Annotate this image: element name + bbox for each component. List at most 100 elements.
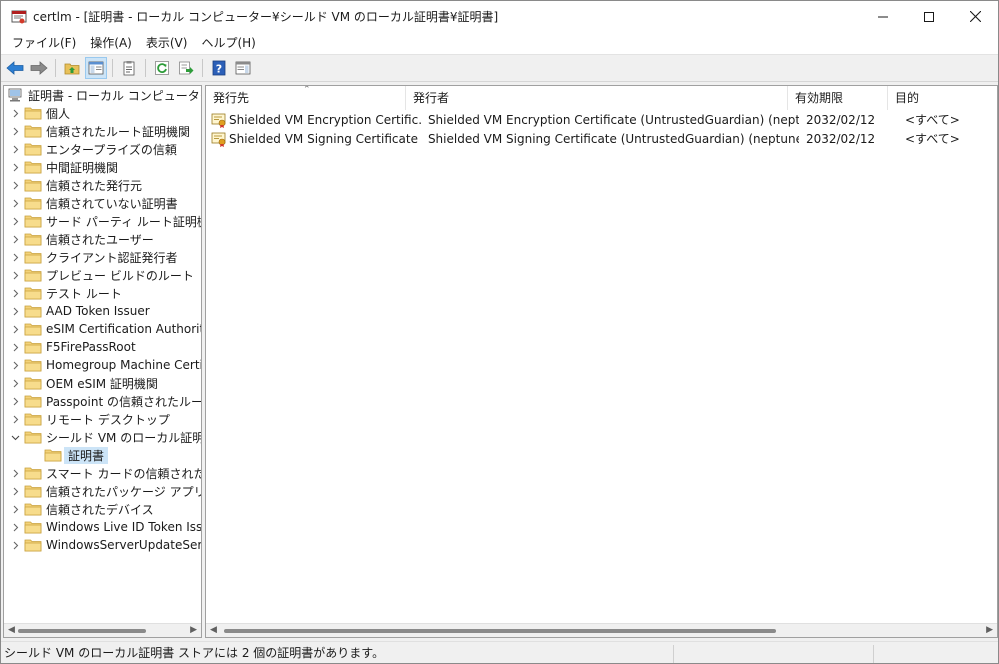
tree-item[interactable]: クライアント認証発行者 [4, 248, 201, 266]
show-hide-action-pane-button[interactable] [232, 57, 254, 79]
status-separator [873, 645, 874, 663]
tree-item[interactable]: リモート デスクトップ [4, 410, 201, 428]
chevron-right-icon[interactable] [10, 140, 20, 158]
chevron-right-icon[interactable] [10, 392, 20, 410]
folder-icon [24, 305, 42, 318]
tree-item[interactable]: 中間証明機関 [4, 158, 201, 176]
scrollbar-thumb[interactable] [18, 629, 146, 633]
console-tree-pane[interactable]: 証明書 - ローカル コンピューター 個人 信頼されたルート証明機関 エンタープライ… [3, 85, 202, 638]
tree-horizontal-scrollbar[interactable]: ◀ ▶ [4, 623, 201, 637]
close-icon [969, 11, 981, 22]
scroll-left-icon[interactable]: ◀ [8, 625, 15, 635]
issued-to-cell: Shielded VM Signing Certificate ... [229, 131, 421, 146]
chevron-right-icon[interactable] [10, 248, 20, 266]
chevron-right-icon[interactable] [10, 374, 20, 392]
help-button[interactable]: ? [208, 57, 230, 79]
close-button[interactable] [952, 1, 998, 32]
purpose-cell: <すべて> [904, 132, 960, 146]
chevron-right-icon[interactable] [10, 500, 20, 518]
tree-item[interactable]: 信頼された発行元 [4, 176, 201, 194]
folder-icon [24, 179, 42, 192]
tree-item[interactable]: eSIM Certification Authorities [4, 320, 201, 338]
folder-icon [24, 395, 42, 408]
tree-item[interactable]: シールド VM のローカル証明書 [4, 428, 202, 446]
chevron-right-icon[interactable] [10, 338, 20, 356]
certificate-list-pane[interactable]: ⌃ 発行先 発行者 有効期限 目的 Shielded VM Encryption… [205, 85, 998, 638]
chevron-right-icon[interactable] [10, 302, 20, 320]
scroll-right-icon[interactable]: ▶ [986, 625, 993, 635]
tree-item[interactable]: 信頼されていない証明書 [4, 194, 201, 212]
certificate-icon [211, 132, 226, 147]
menu-file[interactable]: ファイル(F) [5, 32, 83, 54]
chevron-right-icon[interactable] [10, 536, 20, 554]
tree-item[interactable]: Homegroup Machine Certificates [4, 356, 201, 374]
tree-item[interactable]: エンタープライズの信頼 [4, 140, 201, 158]
chevron-down-icon[interactable] [10, 428, 20, 446]
scrollbar-thumb[interactable] [224, 629, 776, 633]
window-title: certlm - [証明書 - ローカル コンピューター¥シールド VM のロー… [33, 10, 499, 24]
status-bar: シールド VM のローカル証明書 ストアには 2 個の証明書があります。 [1, 641, 998, 663]
column-intended-purposes[interactable]: 目的 [888, 86, 997, 110]
column-expiration-date[interactable]: 有効期限 [788, 86, 888, 110]
minimize-button[interactable] [860, 1, 906, 32]
chevron-right-icon[interactable] [10, 122, 20, 140]
column-issued-to[interactable]: ⌃ 発行先 [206, 86, 406, 110]
tree-item[interactable]: テスト ルート [4, 284, 201, 302]
column-issued-by[interactable]: 発行者 [406, 86, 788, 110]
scroll-left-icon[interactable]: ◀ [210, 625, 217, 635]
properties-button[interactable] [118, 57, 140, 79]
refresh-button[interactable] [151, 57, 173, 79]
menu-view[interactable]: 表示(V) [139, 32, 195, 54]
tree-item[interactable]: スマート カードの信頼されたルート [4, 464, 201, 482]
refresh-icon [155, 61, 169, 75]
chevron-right-icon[interactable] [10, 266, 20, 284]
chevron-right-icon[interactable] [10, 230, 20, 248]
chevron-right-icon[interactable] [10, 356, 20, 374]
tree-item[interactable]: 信頼されたユーザー [4, 230, 201, 248]
list-horizontal-scrollbar[interactable]: ◀ ▶ [206, 623, 997, 637]
tree-item[interactable]: サード パーティ ルート証明機関 [4, 212, 201, 230]
tree-item[interactable]: プレビュー ビルドのルート [4, 266, 201, 284]
scroll-right-icon[interactable]: ▶ [190, 625, 197, 635]
chevron-right-icon[interactable] [10, 212, 20, 230]
tree-root[interactable]: 証明書 - ローカル コンピューター [4, 86, 201, 104]
export-list-button[interactable] [175, 57, 197, 79]
chevron-right-icon[interactable] [10, 464, 20, 482]
chevron-right-icon[interactable] [10, 158, 20, 176]
chevron-right-icon[interactable] [10, 194, 20, 212]
tree-item-label: F5FirePassRoot [46, 340, 136, 354]
chevron-right-icon[interactable] [10, 104, 20, 122]
certificate-row[interactable]: Shielded VM Signing Certificate ... Shie… [206, 129, 997, 148]
chevron-right-icon[interactable] [10, 482, 20, 500]
tree-item[interactable]: Windows Live ID Token Issuer [4, 518, 201, 536]
tree-item[interactable]: OEM eSIM 証明機関 [4, 374, 201, 392]
chevron-right-icon[interactable] [10, 410, 20, 428]
tree-item[interactable]: Passpoint の信頼されたルート [4, 392, 201, 410]
forward-button[interactable] [28, 57, 50, 79]
help-icon: ? [212, 60, 226, 76]
maximize-button[interactable] [906, 1, 952, 32]
certificate-row[interactable]: Shielded VM Encryption Certific... Shiel… [206, 110, 997, 129]
folder-icon [24, 161, 42, 174]
up-one-level-button[interactable] [61, 57, 83, 79]
chevron-right-icon[interactable] [10, 518, 20, 536]
tree-item[interactable]: 信頼されたルート証明機関 [4, 122, 201, 140]
show-hide-console-tree-button[interactable] [85, 57, 107, 79]
menu-help[interactable]: ヘルプ(H) [194, 32, 262, 54]
tree-item[interactable]: AAD Token Issuer [4, 302, 201, 320]
back-button[interactable] [4, 57, 26, 79]
tree-item[interactable]: 信頼されたデバイス [4, 500, 201, 518]
tree-item[interactable]: 個人 [4, 104, 201, 122]
chevron-right-icon[interactable] [10, 176, 20, 194]
tree-item-label: リモート デスクトップ [46, 412, 170, 427]
tree-item[interactable]: 信頼されたパッケージ アプリのインストール機関 [4, 482, 202, 500]
tree-item[interactable]: 証明書 [4, 446, 201, 464]
tree-item[interactable]: F5FirePassRoot [4, 338, 201, 356]
menu-action[interactable]: 操作(A) [83, 32, 139, 54]
chevron-right-icon[interactable] [10, 320, 20, 338]
tree-item-label: シールド VM のローカル証明書 [46, 430, 202, 445]
tree-item-label: 信頼されたパッケージ アプリのインストール機関 [46, 484, 202, 499]
chevron-right-icon[interactable] [10, 284, 20, 302]
tree-item-label: OEM eSIM 証明機関 [46, 376, 158, 391]
tree-item[interactable]: WindowsServerUpdateServices [4, 536, 201, 554]
